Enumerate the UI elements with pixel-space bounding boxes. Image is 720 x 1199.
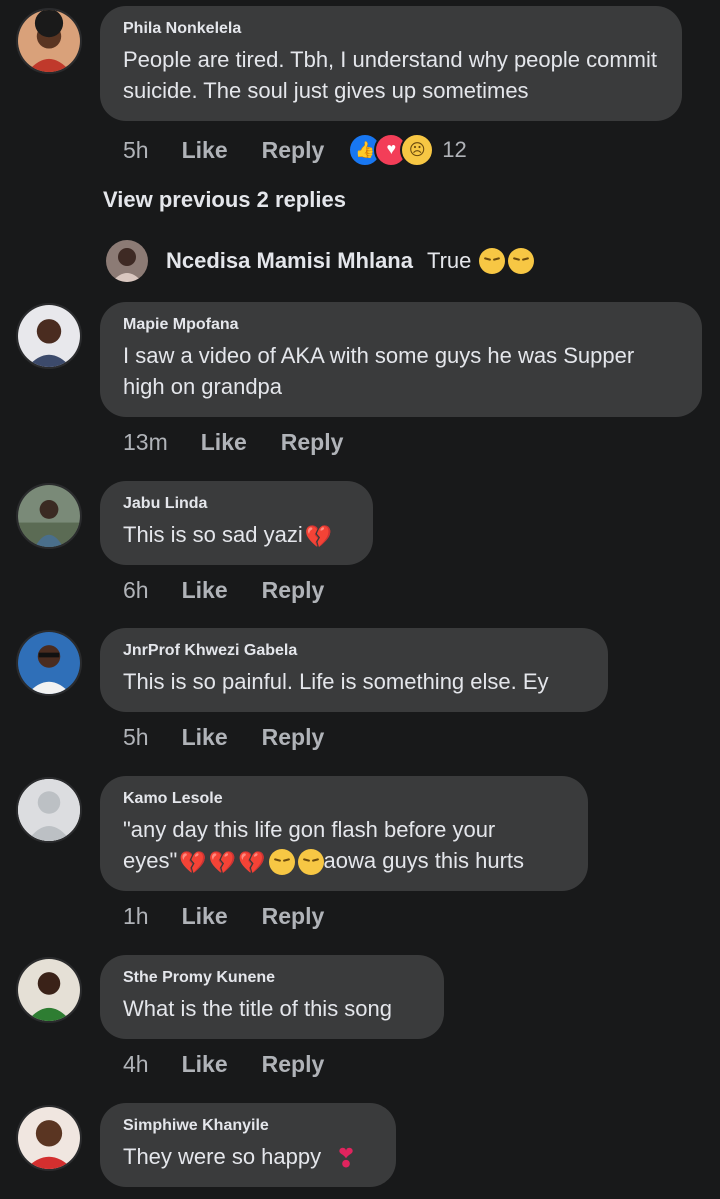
comment-text: They were so happy ❣ xyxy=(123,1141,374,1174)
avatar[interactable] xyxy=(16,777,82,843)
disappointed-face-icon xyxy=(297,849,324,876)
comment-text-line-1: "any day this life gon flash before your xyxy=(123,817,496,842)
reply-button[interactable]: Reply xyxy=(262,137,325,164)
comment-text-content: They were so happy xyxy=(123,1144,322,1169)
comment-time[interactable]: 5h xyxy=(123,724,149,751)
comment-text: What is the title of this song xyxy=(123,996,393,1021)
comment-text: People are tired. Tbh, I understand why … xyxy=(123,47,658,103)
like-button[interactable]: Like xyxy=(201,429,247,456)
avatar[interactable] xyxy=(16,630,82,696)
broken-heart-icon: 💔 xyxy=(208,849,237,875)
comment-author[interactable]: Kamo Lesole xyxy=(123,790,566,808)
broken-heart-icon: 💔 xyxy=(238,849,266,875)
comment-actions: 4h Like Reply xyxy=(123,1051,358,1078)
comment-time[interactable]: 6h xyxy=(123,577,149,604)
avatar[interactable] xyxy=(16,1105,82,1171)
broken-heart-icon: 💔 xyxy=(304,523,333,549)
comment-bubble: Simphiwe Khanyile They were so happy ❣ xyxy=(100,1103,396,1187)
avatar[interactable] xyxy=(16,483,82,549)
comment-text: This is so sad yazi💔 xyxy=(123,519,351,552)
reply-button[interactable]: Reply xyxy=(262,724,325,751)
reply-text: True xyxy=(426,248,472,273)
comment-time[interactable]: 5h xyxy=(123,137,149,164)
comment-bubble: JnrProf Khwezi Gabela This is so painful… xyxy=(100,628,608,712)
reply-author[interactable]: Ncedisa Mamisi Mhlana xyxy=(166,248,413,274)
like-button[interactable]: Like xyxy=(182,903,228,930)
broken-heart-icon: 💔 xyxy=(179,849,207,875)
comment-text-content: This is so sad yazi xyxy=(123,522,303,547)
like-button[interactable]: Like xyxy=(182,724,228,751)
comment-time[interactable]: 4h xyxy=(123,1051,149,1078)
comment-actions: 1h Like Reply xyxy=(123,903,358,930)
reply-button[interactable]: Reply xyxy=(281,429,344,456)
comment-author[interactable]: Phila Nonkelela xyxy=(123,20,660,38)
comment-author[interactable]: Jabu Linda xyxy=(123,495,351,513)
comment-time[interactable]: 13m xyxy=(123,429,168,456)
comment-author[interactable]: JnrProf Khwezi Gabela xyxy=(123,642,586,660)
comment-text-part: eyes" xyxy=(123,848,178,873)
reactions[interactable]: 👍 ♥ ☹ 12 xyxy=(348,133,467,167)
avatar[interactable] xyxy=(16,303,82,369)
avatar[interactable] xyxy=(16,8,82,74)
comment-time[interactable]: 1h xyxy=(123,903,149,930)
comment-bubble: Jabu Linda This is so sad yazi💔 xyxy=(100,481,373,565)
pensive-face-icon xyxy=(508,248,535,274)
reaction-count: 12 xyxy=(442,137,467,162)
sad-icon: ☹ xyxy=(400,133,435,167)
comment-actions: 5h Like Reply 👍 ♥ ☹ 12 xyxy=(123,133,467,167)
comment-text-part: aowa guys this hurts xyxy=(323,848,525,873)
comment-text: This is so painful. Life is something el… xyxy=(123,669,549,694)
comment-author[interactable]: Simphiwe Khanyile xyxy=(123,1117,374,1135)
comment-bubble: Sthe Promy Kunene What is the title of t… xyxy=(100,955,444,1039)
avatar[interactable] xyxy=(16,957,82,1023)
reply-button[interactable]: Reply xyxy=(262,577,325,604)
avatar[interactable] xyxy=(106,240,148,282)
disappointed-face-icon xyxy=(268,849,295,876)
reply-button[interactable]: Reply xyxy=(262,903,325,930)
comment-bubble: Kamo Lesole "any day this life gon flash… xyxy=(100,776,588,891)
like-button[interactable]: Like xyxy=(182,1051,228,1078)
reply-item: Ncedisa Mamisi Mhlana True xyxy=(106,240,535,282)
comment-author[interactable]: Mapie Mpofana xyxy=(123,316,680,334)
comment-text: I saw a video of AKA with some guys he w… xyxy=(123,343,635,399)
comment-bubble: Mapie Mpofana I saw a video of AKA with … xyxy=(100,302,702,417)
view-previous-replies-link[interactable]: View previous 2 replies xyxy=(103,187,346,213)
comment-text-line-2: eyes"💔💔💔 aowa guys this hurts xyxy=(123,845,566,878)
comment-actions: 5h Like Reply xyxy=(123,724,358,751)
heart-exclamation-icon: ❣ xyxy=(335,1142,357,1173)
comment-actions: 13m Like Reply xyxy=(123,429,377,456)
comment-actions: 6h Like Reply xyxy=(123,577,358,604)
pensive-face-icon xyxy=(479,248,506,274)
like-button[interactable]: Like xyxy=(182,577,228,604)
reply-button[interactable]: Reply xyxy=(262,1051,325,1078)
comment-author[interactable]: Sthe Promy Kunene xyxy=(123,969,422,987)
comment-bubble: Phila Nonkelela People are tired. Tbh, I… xyxy=(100,6,682,121)
like-button[interactable]: Like xyxy=(182,137,228,164)
